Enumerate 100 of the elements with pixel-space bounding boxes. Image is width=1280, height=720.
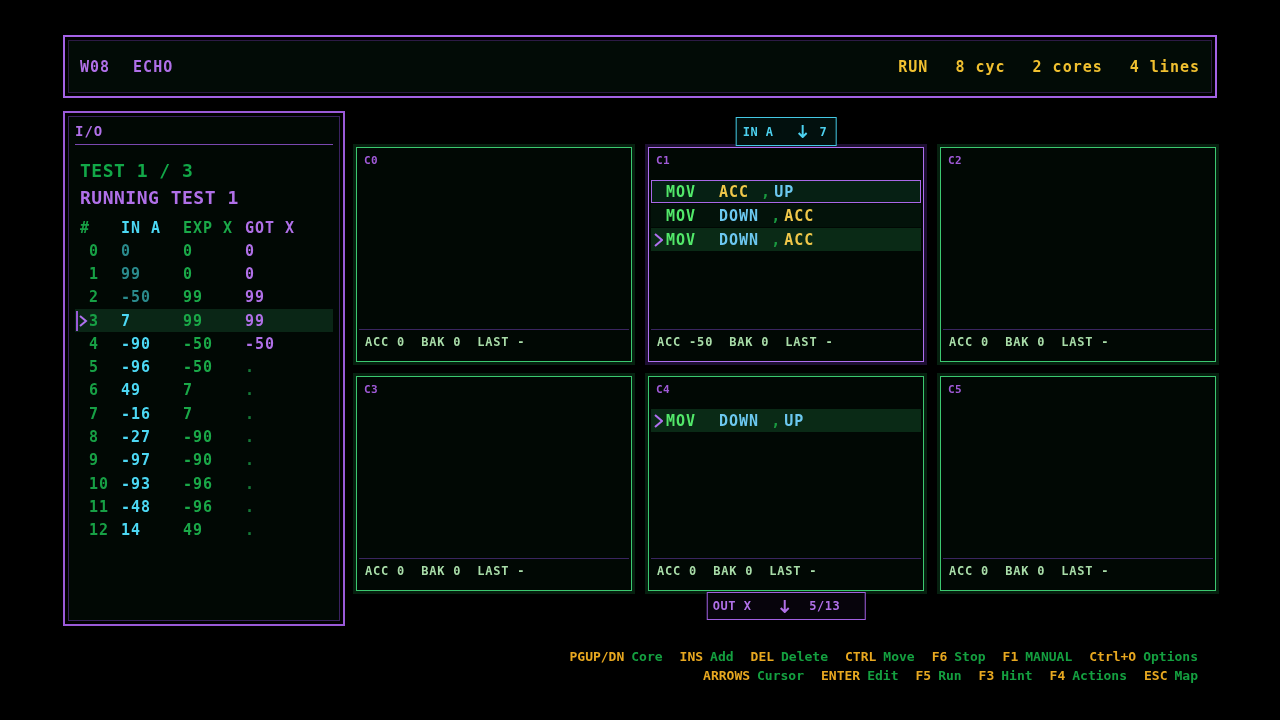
- chevron-cursor-icon: [654, 232, 663, 247]
- comma-separator: ,: [761, 182, 772, 201]
- column-header: EXP X: [183, 218, 234, 237]
- table-cell: 49: [121, 381, 142, 400]
- table-cell: -97: [121, 451, 152, 470]
- opcode: MOV: [666, 411, 698, 430]
- register-stat: LAST -: [477, 564, 526, 578]
- shortcut-key: INS: [679, 648, 704, 666]
- core-label: C0: [363, 153, 379, 169]
- row-index: 2: [89, 288, 100, 307]
- register-stat: BAK 0: [1005, 335, 1046, 349]
- table-cell: 7: [183, 381, 194, 400]
- shortcut-key: F1: [1002, 648, 1019, 666]
- run-status: RUNNING TEST 1: [79, 186, 239, 210]
- register-stat: ACC 0: [657, 564, 698, 578]
- table-cell: 7: [183, 404, 194, 423]
- table-cell: -48: [121, 497, 152, 516]
- line-count: 4 lines: [1129, 57, 1200, 76]
- operand: DOWN: [719, 411, 760, 430]
- puzzle-id: W08: [80, 57, 111, 76]
- shortcut-action: Cursor: [757, 667, 804, 685]
- row-index: 7: [89, 404, 100, 423]
- port-label: OUT X: [712, 599, 752, 613]
- table-cell: 0: [183, 264, 194, 283]
- down-arrow-icon: [779, 599, 790, 613]
- operand: DOWN: [719, 230, 760, 249]
- shortcut-key: Ctrl+O: [1089, 648, 1137, 666]
- down-arrow-icon: [797, 125, 808, 138]
- table-cell: -50: [245, 334, 276, 353]
- operand: ACC: [784, 230, 815, 249]
- shortcut-action: Run: [938, 667, 962, 685]
- table-cell: -96: [121, 358, 152, 377]
- shortcut-action: Edit: [867, 667, 899, 685]
- core-label: C4: [655, 382, 671, 398]
- core-label: C5: [947, 382, 963, 398]
- register-stat: LAST -: [769, 564, 818, 578]
- port-value: 7: [819, 124, 828, 139]
- table-cell: 99: [183, 311, 204, 330]
- core-panel[interactable]: C5 ACC 0 BAK 0 LAST -: [937, 373, 1219, 594]
- table-cell: 99: [183, 288, 204, 307]
- table-cell: .: [245, 428, 256, 446]
- operand: UP: [774, 182, 795, 201]
- row-index: 0: [89, 241, 100, 260]
- column-header: #: [79, 218, 91, 237]
- register-stat: BAK 0: [729, 335, 770, 349]
- chevron-cursor-icon: [654, 413, 663, 428]
- register-stat: LAST -: [785, 335, 834, 349]
- shortcut-key: F6: [931, 648, 948, 666]
- table-cell: -96: [183, 497, 214, 516]
- test-counter: TEST 1 / 3: [79, 159, 194, 183]
- register-stat: BAK 0: [421, 335, 462, 349]
- core-panel[interactable]: C2 ACC 0 BAK 0 LAST -: [937, 144, 1219, 365]
- shortcut-key: F4: [1049, 667, 1066, 685]
- port-label: IN A: [742, 124, 774, 139]
- shortcut-action: Move: [883, 648, 915, 666]
- core-label: C1: [655, 153, 671, 169]
- shortcut-action: Actions: [1072, 667, 1128, 685]
- row-index: 3: [89, 311, 100, 330]
- comma-separator: ,: [771, 411, 782, 430]
- port-value: 5/13: [809, 599, 841, 613]
- table-cell: 0: [245, 241, 256, 260]
- shortcut-key: DEL: [750, 648, 775, 666]
- shortcut-action: MANUAL: [1025, 648, 1073, 666]
- core-panel[interactable]: C3 ACC 0 BAK 0 LAST -: [353, 373, 635, 594]
- table-cell: 0: [121, 241, 132, 260]
- opcode: MOV: [666, 206, 698, 225]
- run-mode: RUN: [898, 57, 929, 76]
- core-panel[interactable]: C4 MOV DOWN , UP ACC 0 BAK 0 LAST -: [645, 373, 927, 594]
- table-cell: .: [245, 474, 256, 493]
- table-cell: -90: [121, 334, 152, 353]
- shortcut-key: PGUP/DN: [569, 648, 625, 666]
- row-index: 11: [89, 497, 110, 516]
- opcode: MOV: [666, 182, 698, 201]
- table-cell: -96: [183, 474, 214, 493]
- table-cell: 99: [245, 311, 266, 330]
- operand: DOWN: [719, 206, 760, 225]
- table-cell: .: [245, 451, 256, 470]
- operand: ACC: [719, 182, 750, 201]
- register-stat: LAST -: [1061, 335, 1110, 349]
- shortcut-key: F3: [978, 667, 995, 685]
- table-cell: -16: [121, 404, 152, 423]
- panel-title: I/O: [75, 123, 104, 139]
- comma-separator: ,: [771, 230, 782, 249]
- core-panel[interactable]: C1 MOV ACC , UP MOV DOWN , ACC MOV DOWN , ACC ACC -50 BAK 0 LAST -: [645, 144, 927, 365]
- shortcut-key: ESC: [1144, 667, 1168, 685]
- comma-separator: ,: [771, 206, 782, 225]
- shortcut-key: F5: [915, 667, 932, 685]
- table-cell: -50: [183, 358, 214, 377]
- shortcut-action: Hint: [1001, 667, 1033, 685]
- row-index: 10: [89, 474, 110, 493]
- core-count: 2 cores: [1032, 57, 1103, 76]
- operand: ACC: [784, 206, 815, 225]
- row-index: 8: [89, 428, 100, 446]
- column-header: IN A: [121, 218, 162, 237]
- table-cell: -27: [121, 428, 152, 446]
- row-index: 1: [89, 264, 100, 283]
- table-cell: 14: [121, 521, 142, 540]
- register-stat: BAK 0: [421, 564, 462, 578]
- core-panel[interactable]: C0 ACC 0 BAK 0 LAST -: [353, 144, 635, 365]
- row-index: 12: [89, 521, 110, 540]
